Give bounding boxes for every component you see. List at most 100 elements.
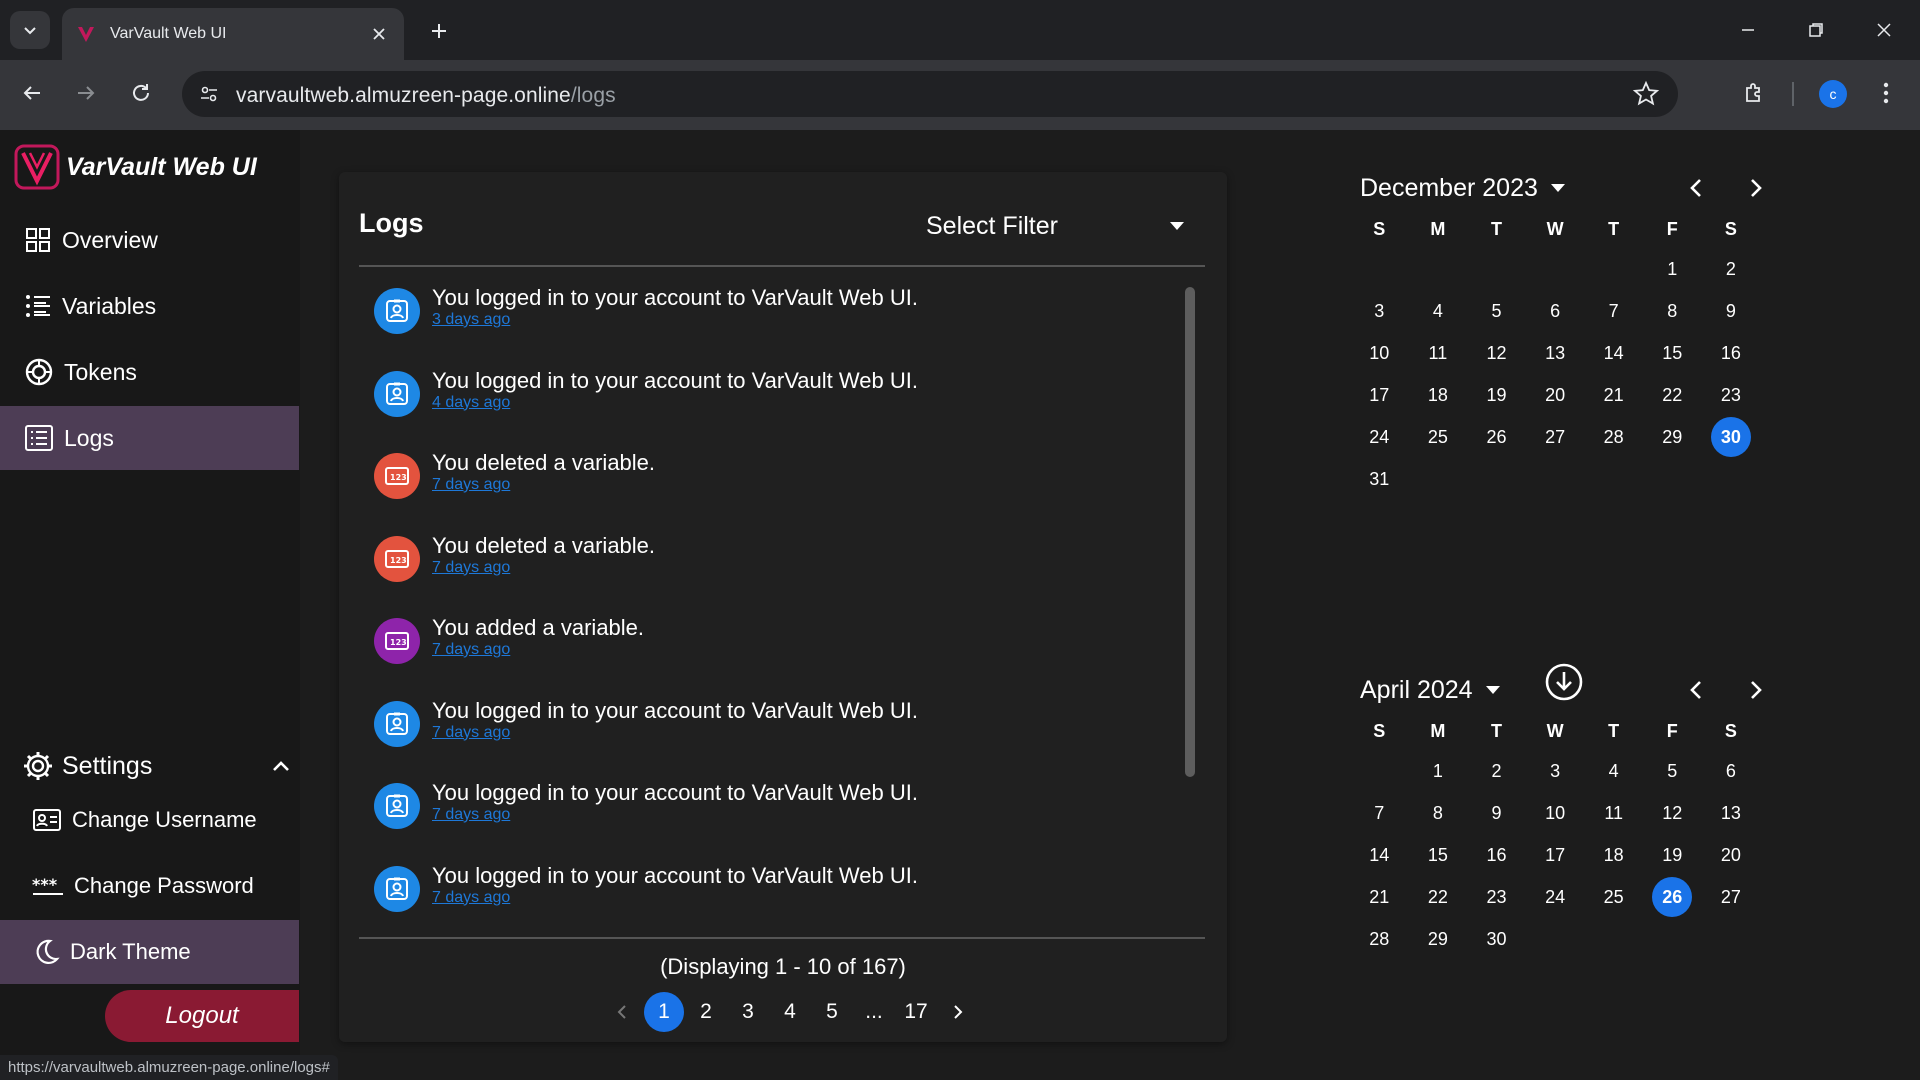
calendar-day[interactable]: 23 [1702, 374, 1761, 416]
calendar-day[interactable]: 31 [1350, 458, 1409, 500]
calendar-day[interactable]: 3 [1350, 290, 1409, 332]
calendar-day[interactable]: 15 [1409, 834, 1468, 876]
page-button[interactable]: 2 [685, 992, 727, 1032]
calendar-day[interactable]: 13 [1526, 332, 1585, 374]
calendar-day[interactable]: 16 [1702, 332, 1761, 374]
calendar-day[interactable]: 23 [1467, 876, 1526, 918]
next-month-icon[interactable] [1740, 674, 1772, 706]
forward-button[interactable] [68, 75, 104, 111]
calendar-day[interactable]: 18 [1584, 834, 1643, 876]
back-button[interactable] [14, 75, 50, 111]
calendar-day[interactable]: 13 [1702, 792, 1761, 834]
page-button[interactable]: 1 [644, 992, 684, 1032]
calendar-day[interactable]: 10 [1526, 792, 1585, 834]
dark-theme-item[interactable]: Dark Theme [0, 920, 299, 984]
calendar-day[interactable]: 27 [1702, 876, 1761, 918]
calendar-day[interactable]: 1 [1643, 248, 1702, 290]
next-month-icon[interactable] [1740, 172, 1772, 204]
page-button[interactable]: 3 [727, 992, 769, 1032]
log-time-link[interactable]: 4 days ago [432, 394, 510, 412]
calendar-day[interactable]: 3 [1526, 750, 1585, 792]
month-selector[interactable]: April 2024 [1360, 672, 1501, 708]
log-time-link[interactable]: 7 days ago [432, 889, 510, 907]
calendar-day[interactable]: 6 [1702, 750, 1761, 792]
new-tab-button[interactable] [424, 16, 454, 46]
calendar-day[interactable]: 8 [1643, 290, 1702, 332]
browser-menu-button[interactable] [1868, 75, 1904, 111]
calendar-day[interactable]: 29 [1643, 416, 1702, 458]
calendar-day[interactable]: 1 [1409, 750, 1468, 792]
site-info-icon[interactable] [194, 79, 224, 109]
calendar-day-selected[interactable]: 30 [1702, 416, 1761, 458]
calendar-day[interactable]: 28 [1584, 416, 1643, 458]
calendar-day[interactable]: 22 [1409, 876, 1468, 918]
log-time-link[interactable]: 7 days ago [432, 641, 510, 659]
log-time-link[interactable]: 7 days ago [432, 476, 510, 494]
calendar-day[interactable]: 29 [1409, 918, 1468, 960]
logout-button[interactable]: Logout [105, 990, 299, 1042]
page-button[interactable]: 4 [769, 992, 811, 1032]
calendar-day[interactable]: 12 [1643, 792, 1702, 834]
calendar-day[interactable]: 4 [1584, 750, 1643, 792]
address-bar[interactable]: varvaultweb.almuzreen-page.online/logs [182, 71, 1678, 117]
calendar-day[interactable]: 11 [1584, 792, 1643, 834]
prev-page-button[interactable] [601, 992, 643, 1032]
calendar-day[interactable]: 22 [1643, 374, 1702, 416]
sidebar-item-overview[interactable]: Overview [0, 208, 299, 272]
calendar-day[interactable]: 2 [1467, 750, 1526, 792]
log-time-link[interactable]: 7 days ago [432, 806, 510, 824]
calendar-day[interactable]: 7 [1350, 792, 1409, 834]
calendar-day[interactable]: 14 [1350, 834, 1409, 876]
calendar-day[interactable]: 21 [1350, 876, 1409, 918]
calendar-day[interactable]: 21 [1584, 374, 1643, 416]
month-selector[interactable]: December 2023 [1360, 170, 1566, 206]
calendar-day[interactable]: 10 [1350, 332, 1409, 374]
calendar-day[interactable]: 24 [1350, 416, 1409, 458]
calendar-day[interactable]: 5 [1467, 290, 1526, 332]
sidebar-item-logs[interactable]: Logs [0, 406, 299, 470]
scrollbar-thumb[interactable] [1185, 287, 1195, 777]
change-password-item[interactable]: *** Change Password [0, 854, 299, 918]
next-page-button[interactable] [937, 992, 979, 1032]
calendar-day[interactable]: 30 [1467, 918, 1526, 960]
calendar-day[interactable]: 26 [1467, 416, 1526, 458]
calendar-day[interactable]: 2 [1702, 248, 1761, 290]
calendar-day[interactable]: 18 [1409, 374, 1468, 416]
calendar-day[interactable]: 8 [1409, 792, 1468, 834]
sidebar-item-tokens[interactable]: Tokens [0, 340, 299, 404]
calendar-day[interactable]: 6 [1526, 290, 1585, 332]
calendar-day[interactable]: 20 [1702, 834, 1761, 876]
reload-button[interactable] [123, 75, 159, 111]
calendar-day[interactable]: 20 [1526, 374, 1585, 416]
calendar-day[interactable]: 5 [1643, 750, 1702, 792]
calendar-day[interactable]: 9 [1467, 792, 1526, 834]
tab-close-icon[interactable] [368, 23, 390, 45]
close-window-button[interactable] [1866, 12, 1902, 48]
calendar-day[interactable]: 19 [1643, 834, 1702, 876]
browser-tab[interactable]: VarVault Web UI [62, 8, 404, 60]
change-username-item[interactable]: Change Username [0, 788, 299, 852]
calendar-day[interactable]: 15 [1643, 332, 1702, 374]
calendar-day[interactable]: 16 [1467, 834, 1526, 876]
tab-search-button[interactable] [10, 11, 50, 49]
calendar-day[interactable]: 9 [1702, 290, 1761, 332]
settings-toggle[interactable]: Settings [22, 746, 292, 786]
calendar-day[interactable]: 27 [1526, 416, 1585, 458]
brand[interactable]: VarVault Web UI [14, 144, 257, 190]
restore-button[interactable] [1798, 12, 1834, 48]
page-button[interactable]: 17 [895, 992, 937, 1032]
log-time-link[interactable]: 7 days ago [432, 724, 510, 742]
log-time-link[interactable]: 3 days ago [432, 311, 510, 329]
calendar-day[interactable]: 4 [1409, 290, 1468, 332]
profile-avatar[interactable]: c [1819, 80, 1847, 108]
calendar-day[interactable]: 12 [1467, 332, 1526, 374]
calendar-day[interactable]: 19 [1467, 374, 1526, 416]
log-time-link[interactable]: 7 days ago [432, 559, 510, 577]
calendar-day[interactable]: 11 [1409, 332, 1468, 374]
calendar-day[interactable]: 17 [1526, 834, 1585, 876]
calendar-day[interactable]: 7 [1584, 290, 1643, 332]
prev-month-icon[interactable] [1680, 674, 1712, 706]
calendar-day[interactable]: 17 [1350, 374, 1409, 416]
minimize-button[interactable] [1730, 12, 1766, 48]
calendar-day[interactable]: 14 [1584, 332, 1643, 374]
